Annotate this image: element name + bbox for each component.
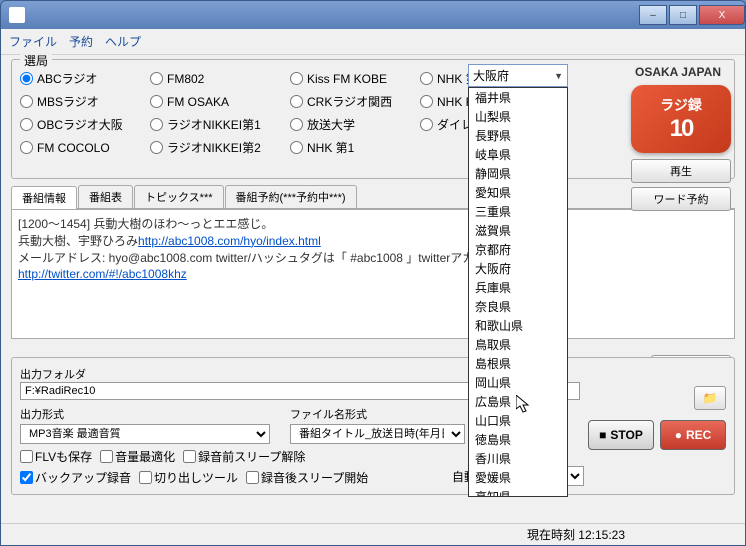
- station-groupbox: 選局 ABCラジオFM802Kiss FM KOBENHK 第2MBSラジオFM…: [11, 59, 735, 179]
- station-label: NHK 第1: [307, 139, 354, 156]
- chk-cut[interactable]: 切り出しツール: [139, 469, 238, 486]
- stop-button[interactable]: ■STOP: [588, 420, 654, 450]
- info-line2: 兵動大樹、宇野ひろみ: [18, 234, 138, 248]
- station-label: ラジオNIKKEI第1: [167, 116, 261, 133]
- prefecture-list[interactable]: 福井県山梨県長野県岐阜県静岡県愛知県三重県滋賀県京都府大阪府兵庫県奈良県和歌山県…: [468, 87, 568, 497]
- tab[interactable]: トピックス***: [134, 185, 224, 208]
- output-format-label: 出力形式: [20, 406, 270, 422]
- station-label: ラジオNIKKEI第2: [167, 139, 261, 156]
- output-folder-label: 出力フォルダ: [20, 366, 726, 382]
- station-radio[interactable]: Kiss FM KOBE: [290, 70, 420, 87]
- filename-format-combo[interactable]: 番組タイトル_放送日時(年月日時分): [290, 424, 465, 444]
- prefecture-item[interactable]: 福井県: [469, 88, 567, 107]
- station-group-title: 選局: [20, 52, 52, 69]
- station-label: ABCラジオ: [37, 70, 97, 87]
- station-radio[interactable]: OBCラジオ大阪: [20, 116, 150, 133]
- station-radio[interactable]: FM802: [150, 70, 290, 87]
- prefecture-item[interactable]: 山口県: [469, 411, 567, 430]
- titlebar[interactable]: – □ X: [1, 1, 745, 29]
- station-radio[interactable]: FM OSAKA: [150, 93, 290, 110]
- info-link1[interactable]: http://abc1008.com/hyo/index.html: [138, 234, 321, 248]
- station-radio[interactable]: FM COCOLO: [20, 139, 150, 156]
- tab[interactable]: 番組予約(***予約中***): [225, 185, 357, 208]
- clock-label: 現在時刻 12:15:23: [527, 526, 625, 543]
- station-radio[interactable]: MBSラジオ: [20, 93, 150, 110]
- prefecture-dropdown[interactable]: 大阪府 ▼ 福井県山梨県長野県岐阜県静岡県愛知県三重県滋賀県京都府大阪府兵庫県奈…: [468, 64, 568, 497]
- menu-reserve[interactable]: 予約: [69, 33, 93, 50]
- menu-file[interactable]: ファイル: [9, 33, 57, 50]
- station-label: CRKラジオ関西: [307, 93, 392, 110]
- prefecture-item[interactable]: 愛知県: [469, 183, 567, 202]
- prefecture-item[interactable]: 兵庫県: [469, 278, 567, 297]
- prefecture-item[interactable]: 大阪府: [469, 259, 567, 278]
- station-label: FM802: [167, 72, 204, 86]
- stop-icon: ■: [599, 428, 606, 442]
- prefecture-item[interactable]: 鳥取県: [469, 335, 567, 354]
- prefecture-item[interactable]: 三重県: [469, 202, 567, 221]
- station-radio[interactable]: ラジオNIKKEI第2: [150, 139, 290, 156]
- chk-post[interactable]: 録音後スリープ開始: [246, 469, 368, 486]
- prefecture-item[interactable]: 奈良県: [469, 297, 567, 316]
- info-link2[interactable]: http://twitter.com/#!/abc1008khz: [18, 267, 187, 281]
- app-icon: [9, 7, 25, 23]
- maximize-button[interactable]: □: [669, 5, 697, 25]
- station-label: MBSラジオ: [37, 93, 99, 110]
- app-window: – □ X ファイル 予約 ヘルプ 選局 ABCラジオ FM802 Kiss FM …: [0, 0, 746, 546]
- program-info-panel[interactable]: [1200～1454] 兵動大樹のほわ～っとエエ感じ。 兵動大樹、宇野ひろみht…: [11, 209, 735, 339]
- prefecture-selected[interactable]: 大阪府 ▼: [468, 64, 568, 87]
- record-icon: ●: [675, 428, 682, 442]
- area-label: OSAKA JAPAN: [635, 65, 721, 79]
- prefecture-item[interactable]: 岐阜県: [469, 145, 567, 164]
- close-button[interactable]: X: [699, 5, 745, 25]
- station-label: 放送大学: [307, 116, 355, 133]
- tab[interactable]: 番組表: [78, 185, 133, 208]
- chk-flv[interactable]: FLVも保存: [20, 448, 92, 465]
- chk-backup[interactable]: バックアップ録音: [20, 469, 131, 486]
- menu-help[interactable]: ヘルプ: [105, 33, 141, 50]
- info-line1: [1200～1454] 兵動大樹のほわ～っとエエ感じ。: [18, 216, 728, 233]
- prefecture-item[interactable]: 島根県: [469, 354, 567, 373]
- filename-format-label: ファイル名形式: [290, 406, 465, 422]
- tabstrip: 番組情報番組表トピックス***番組予約(***予約中***): [11, 185, 735, 209]
- tab[interactable]: 番組情報: [11, 186, 77, 209]
- logo-line1: ラジ録: [660, 95, 702, 115]
- station-radio[interactable]: NHK 第1: [290, 139, 420, 156]
- app-logo: ラジ録 10: [631, 85, 731, 153]
- record-button[interactable]: ●REC: [660, 420, 726, 450]
- prefecture-item[interactable]: 広島県: [469, 392, 567, 411]
- chk-opt[interactable]: 音量最適化: [100, 448, 175, 465]
- logo-line2: 10: [670, 115, 693, 143]
- prefecture-item[interactable]: 徳島県: [469, 430, 567, 449]
- output-format-combo[interactable]: MP3音楽 最適音質: [20, 424, 270, 444]
- station-radio[interactable]: 放送大学: [290, 116, 420, 133]
- prefecture-item[interactable]: 滋賀県: [469, 221, 567, 240]
- output-section: 出力フォルダ 📁 出力形式 MP3音楽 最適音質 ファイル名形式 番組タイトル_…: [11, 357, 735, 495]
- browse-folder-button[interactable]: 📁: [694, 386, 726, 410]
- chk-pre[interactable]: 録音前スリープ解除: [183, 448, 305, 465]
- station-radio[interactable]: ラジオNIKKEI第1: [150, 116, 290, 133]
- station-radio[interactable]: ABCラジオ: [20, 70, 150, 87]
- play-button[interactable]: 再生: [631, 159, 731, 183]
- prefecture-item[interactable]: 愛媛県: [469, 468, 567, 487]
- prefecture-item[interactable]: 静岡県: [469, 164, 567, 183]
- station-label: OBCラジオ大阪: [37, 116, 123, 133]
- station-radio[interactable]: CRKラジオ関西: [290, 93, 420, 110]
- minimize-button[interactable]: –: [639, 5, 667, 25]
- station-label: Kiss FM KOBE: [307, 72, 387, 86]
- folder-icon: 📁: [703, 391, 718, 405]
- prefecture-item[interactable]: 和歌山県: [469, 316, 567, 335]
- menubar: ファイル 予約 ヘルプ: [1, 29, 745, 55]
- chevron-down-icon: ▼: [554, 71, 563, 81]
- prefecture-item[interactable]: 香川県: [469, 449, 567, 468]
- prefecture-item[interactable]: 高知県: [469, 487, 567, 497]
- keyword-reserve-button[interactable]: ワード予約: [631, 187, 731, 211]
- info-line3: メールアドレス: hyo@abc1008.com twitter/ハッシュタグは…: [18, 250, 728, 267]
- station-label: FM COCOLO: [37, 141, 110, 155]
- statusbar: 現在時刻 12:15:23: [1, 523, 745, 545]
- prefecture-item[interactable]: 岡山県: [469, 373, 567, 392]
- prefecture-item[interactable]: 京都府: [469, 240, 567, 259]
- prefecture-item[interactable]: 山梨県: [469, 107, 567, 126]
- prefecture-item[interactable]: 長野県: [469, 126, 567, 145]
- station-label: FM OSAKA: [167, 95, 229, 109]
